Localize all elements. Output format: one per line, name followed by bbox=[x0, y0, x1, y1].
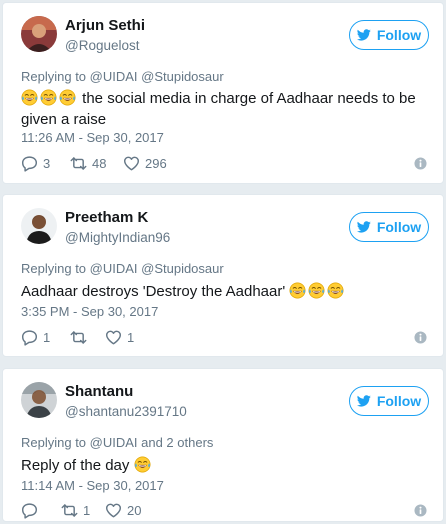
like-button[interactable]: 296 bbox=[123, 155, 167, 172]
follow-label: Follow bbox=[376, 27, 422, 43]
tweet-card[interactable]: Preetham K @MightyIndian96 Follow Replyi… bbox=[2, 194, 444, 357]
tweet-actions: 1 20 bbox=[21, 502, 429, 520]
tweet-text-main: Reply of the day bbox=[21, 457, 130, 474]
author-handle[interactable]: @shantanu2391710 bbox=[65, 404, 187, 419]
like-count: 296 bbox=[145, 156, 167, 171]
face-with-tears-of-joy-icon bbox=[59, 89, 76, 106]
avatar[interactable] bbox=[21, 16, 57, 52]
info-icon[interactable] bbox=[414, 504, 427, 517]
tweet-text-main: Aadhaar destroys 'Destroy the Aadhaar' bbox=[21, 283, 286, 300]
like-button[interactable]: 20 bbox=[105, 502, 141, 519]
tweet-text: the social media in charge of Aadhaar ne… bbox=[21, 88, 429, 130]
tweet-timestamp[interactable]: 11:26 AM - Sep 30, 2017 bbox=[21, 130, 164, 145]
follow-button[interactable]: Follow bbox=[349, 386, 429, 416]
follow-label: Follow bbox=[376, 393, 422, 409]
tweet-timestamp[interactable]: 11:14 AM - Sep 30, 2017 bbox=[21, 478, 164, 493]
tweet-timestamp[interactable]: 3:35 PM - Sep 30, 2017 bbox=[21, 304, 158, 319]
retweet-icon bbox=[70, 329, 87, 346]
info-icon[interactable] bbox=[414, 331, 427, 344]
tweet-text-main: the social media in charge of Aadhaar ne… bbox=[21, 90, 416, 128]
like-count: 20 bbox=[127, 503, 142, 518]
reply-count: 1 bbox=[43, 330, 51, 345]
heart-icon bbox=[105, 502, 122, 519]
reply-count: 3 bbox=[43, 156, 51, 171]
like-button[interactable]: 1 bbox=[105, 329, 134, 346]
retweet-button[interactable]: 1 bbox=[61, 502, 90, 519]
twitter-bird-icon bbox=[357, 221, 371, 233]
tweet-actions: 3 48 296 bbox=[21, 155, 429, 173]
reply-button[interactable] bbox=[21, 502, 43, 519]
author-name[interactable]: Arjun Sethi bbox=[65, 17, 145, 34]
avatar[interactable] bbox=[21, 208, 57, 244]
retweet-icon bbox=[70, 155, 87, 172]
retweet-count: 1 bbox=[83, 503, 91, 518]
retweet-button[interactable] bbox=[70, 329, 92, 346]
follow-button[interactable]: Follow bbox=[349, 20, 429, 50]
reply-button[interactable]: 3 bbox=[21, 155, 50, 172]
tweet-text: Reply of the day bbox=[21, 455, 429, 476]
reply-icon bbox=[21, 155, 38, 172]
heart-icon bbox=[123, 155, 140, 172]
heart-icon bbox=[105, 329, 122, 346]
replying-to: Replying to @UIDAI and 2 others bbox=[21, 435, 214, 450]
reply-button[interactable]: 1 bbox=[21, 329, 50, 346]
author-name[interactable]: Shantanu bbox=[65, 383, 133, 400]
twitter-bird-icon bbox=[357, 395, 371, 407]
retweet-button[interactable]: 48 bbox=[70, 155, 106, 172]
info-icon[interactable] bbox=[414, 157, 427, 170]
reply-icon bbox=[21, 329, 38, 346]
tweet-text: Aadhaar destroys 'Destroy the Aadhaar' bbox=[21, 281, 429, 302]
replying-to: Replying to @UIDAI @Stupidosaur bbox=[21, 261, 224, 276]
author-name[interactable]: Preetham K bbox=[65, 209, 148, 226]
author-handle[interactable]: @Roguelost bbox=[65, 38, 140, 53]
author-handle[interactable]: @MightyIndian96 bbox=[65, 230, 170, 245]
follow-label: Follow bbox=[376, 219, 422, 235]
avatar[interactable] bbox=[21, 382, 57, 418]
reply-icon bbox=[21, 502, 38, 519]
replying-to: Replying to @UIDAI @Stupidosaur bbox=[21, 69, 224, 84]
tweet-card[interactable]: Shantanu @shantanu2391710 Follow Replyin… bbox=[2, 368, 444, 522]
follow-button[interactable]: Follow bbox=[349, 212, 429, 242]
twitter-bird-icon bbox=[357, 29, 371, 41]
face-with-tears-of-joy-icon bbox=[308, 282, 325, 299]
face-with-tears-of-joy-icon bbox=[327, 282, 344, 299]
face-with-tears-of-joy-icon bbox=[21, 89, 38, 106]
tweet-card[interactable]: Arjun Sethi @Roguelost Follow Replying t… bbox=[2, 2, 444, 184]
like-count: 1 bbox=[127, 330, 135, 345]
retweet-icon bbox=[61, 502, 78, 519]
tweet-actions: 1 1 bbox=[21, 329, 429, 347]
retweet-count: 48 bbox=[92, 156, 107, 171]
face-with-tears-of-joy-icon bbox=[289, 282, 306, 299]
face-with-tears-of-joy-icon bbox=[40, 89, 57, 106]
face-with-tears-of-joy-icon bbox=[134, 456, 151, 473]
